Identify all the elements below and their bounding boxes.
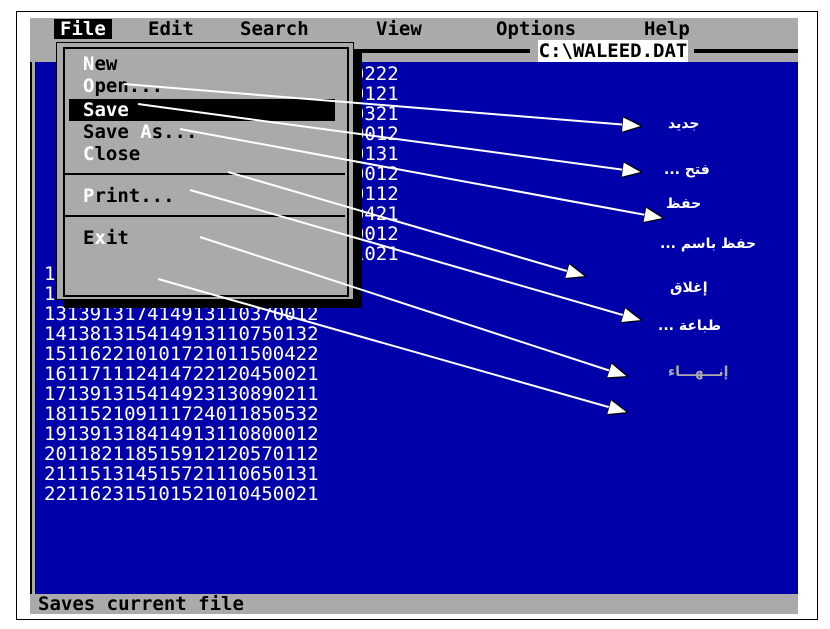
data-line: 161171112414722120450021: [44, 363, 319, 385]
title-strip-left: [324, 49, 530, 53]
dropdown-border: New Open... Save Save As... Close Print.…: [63, 47, 349, 297]
editor-scrollbar[interactable]: [32, 62, 35, 594]
data-line: 201182118515912120570112: [44, 443, 319, 465]
menu-item-close[interactable]: Close: [83, 143, 140, 165]
menu-item-label: Save: [83, 121, 141, 143]
data-line: 181152109111724011850532: [44, 403, 319, 425]
menu-item-label: pen...: [94, 75, 164, 97]
menu-item-open[interactable]: Open...: [83, 75, 163, 97]
data-line: 221162315101521010450021: [44, 483, 319, 505]
hotkey-letter: O: [83, 75, 95, 97]
annotation-print: طباعة ...: [658, 318, 722, 334]
menu-file[interactable]: File: [54, 19, 112, 39]
hotkey-letter: P: [83, 185, 95, 207]
menu-search[interactable]: Search: [240, 19, 309, 39]
menu-edit[interactable]: Edit: [148, 19, 194, 39]
menu-item-label: Save: [83, 99, 129, 121]
hotkey-letter: x: [94, 227, 106, 249]
hotkey-letter: A: [140, 121, 152, 143]
data-line: 211151314515721110650131: [44, 463, 319, 485]
annotation-save: حفظ: [666, 196, 702, 212]
dos-editor-screen: File Edit Search View Options Help C:\WA…: [30, 18, 798, 614]
file-dropdown-menu: New Open... Save Save As... Close Print.…: [56, 42, 354, 300]
menu-item-label: lose: [94, 143, 141, 165]
annotation-close: إغلاق: [670, 280, 708, 296]
menu-item-save-as[interactable]: Save As...: [83, 121, 197, 143]
annotation-new: جديد: [668, 116, 700, 132]
menu-item-label: ew: [94, 53, 118, 75]
data-line: 151162210101721011500422: [44, 343, 319, 365]
annotation-open: فتح ...: [664, 162, 710, 178]
menu-view[interactable]: View: [376, 19, 422, 39]
menu-help[interactable]: Help: [644, 19, 690, 39]
menu-options[interactable]: Options: [496, 19, 576, 39]
hotkey-letter: N: [83, 53, 95, 75]
menu-item-exit[interactable]: Exit: [83, 227, 129, 249]
menu-item-print[interactable]: Print...: [83, 185, 175, 207]
menu-item-label: it: [105, 227, 129, 249]
data-line: 171391315414923130890211: [44, 383, 319, 405]
menu-item-new[interactable]: New: [83, 53, 117, 75]
menu-item-label: rint...: [94, 185, 175, 207]
annotation-save-as: حفظ باسم ...: [660, 236, 757, 252]
data-line: 141381315414913110750132: [44, 323, 319, 345]
title-strip-right: [694, 49, 798, 53]
status-bar: Saves current file: [30, 594, 798, 614]
menu-item-label: E: [83, 227, 95, 249]
data-line: 191391318414913110800012: [44, 423, 319, 445]
window-title: C:\WALEED.DAT: [538, 40, 688, 62]
menu-bar: File Edit Search View Options Help: [30, 18, 798, 40]
menu-separator: [63, 215, 345, 217]
menu-item-save[interactable]: Save: [69, 99, 335, 121]
annotation-exit: إنـــهـــاء: [668, 364, 729, 380]
menu-separator: [63, 173, 345, 175]
menu-item-label: s...: [151, 121, 198, 143]
hotkey-letter: C: [83, 143, 95, 165]
data-line: 131391317414913110370012: [44, 303, 319, 325]
